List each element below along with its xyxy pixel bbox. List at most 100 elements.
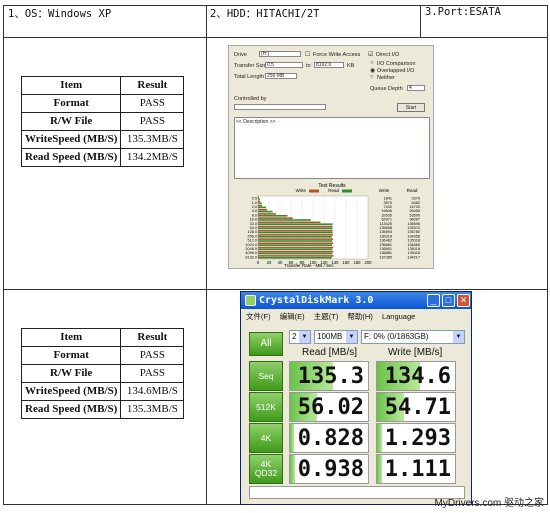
bar-write <box>258 246 334 249</box>
legend-read-label: Read <box>328 188 339 193</box>
test-results-svg: Test Results Write Read Write Read 0 20 40… <box>245 183 420 268</box>
size-value: 100MB <box>317 332 343 341</box>
queue-depth-label: Queue Depth <box>370 86 403 92</box>
write-value: 1.111 <box>384 457 451 482</box>
test-4-button[interactable]: 4K QD32 <box>249 454 283 484</box>
read-result-cell: 56.02 <box>289 392 369 422</box>
menu-theme[interactable]: 主题(T) <box>314 312 339 321</box>
read-progress-bar <box>290 455 295 483</box>
crystaldiskmark-window: CrystalDiskMark 3.0 _ □ ✕ 文件(F) 编辑(E) 主题… <box>240 291 472 505</box>
read-progress-bar <box>290 424 294 452</box>
neither-radio[interactable]: ○ <box>370 74 374 80</box>
result-table-esata-cdm: Item Result Format PASS R/W File PASS Writ… <box>20 328 185 419</box>
drive-select[interactable]: F: 0% (0/1863GB) ▼ <box>361 330 465 344</box>
transfer-from-select[interactable]: 0.5 <box>265 62 303 68</box>
test-1-button[interactable]: Seq <box>249 361 283 391</box>
item-rw-file: R/W File <box>20 112 122 131</box>
x-tick-label: 180 <box>354 260 362 265</box>
read-value: 0.828 <box>297 426 364 451</box>
header-column-divider <box>420 6 421 37</box>
row-divider <box>4 289 547 290</box>
bar-write <box>258 225 333 228</box>
total-length-label: Total Length <box>234 74 264 80</box>
bar-read <box>258 236 332 238</box>
bar-write <box>258 238 334 240</box>
menu-help[interactable]: 帮助(H) <box>347 312 372 321</box>
bar-write <box>258 234 333 236</box>
column-read-header: Read <box>407 188 418 193</box>
header-port: 3.Port:ESATA <box>425 6 501 18</box>
test-2-button[interactable]: 512K <box>249 392 283 422</box>
transfer-size-label: Transfer Size <box>234 63 267 69</box>
test-3-button[interactable]: 4K <box>249 423 283 453</box>
controlled-by-select[interactable] <box>234 104 326 110</box>
maximize-button[interactable]: □ <box>442 294 455 307</box>
col-result: Result <box>120 328 185 347</box>
bar-read <box>258 257 332 259</box>
start-button[interactable]: Start <box>397 103 425 112</box>
result-read-speed: 135.3MB/S <box>120 400 185 419</box>
result-table-esata-hdtune: Item Result Format PASS R/W File PASS Writ… <box>20 76 185 167</box>
drive-label: Drive <box>234 52 247 58</box>
column-divider <box>206 6 207 504</box>
bar-read <box>258 202 262 204</box>
bar-write <box>258 221 321 224</box>
size-select[interactable]: 100MB ▼ <box>314 330 358 344</box>
kb-label: KB <box>347 63 355 69</box>
result-format: PASS <box>120 94 185 113</box>
x-tick-label: 0 <box>257 260 260 265</box>
col-item: Item <box>20 328 122 347</box>
menu-bar: 文件(F) 编辑(E) 主题(T) 帮助(H) Language <box>246 311 422 322</box>
write-value: 134.6 <box>384 364 451 389</box>
read-value: 135.3 <box>297 364 364 389</box>
watermark: MyDrivers.com 驱动之家 <box>434 498 544 509</box>
total-length-select[interactable]: 256 MB <box>265 73 297 79</box>
transfer-to-select[interactable]: 8192.0 <box>314 62 344 68</box>
menu-file[interactable]: 文件(F) <box>246 312 271 321</box>
bar-read <box>258 215 288 217</box>
read-result-cell: 135.3 <box>289 361 369 391</box>
queue-depth-select[interactable]: 4 <box>407 85 425 91</box>
minimize-button[interactable]: _ <box>427 294 440 307</box>
runs-select[interactable]: 2 ▼ <box>289 330 311 344</box>
close-button[interactable]: ✕ <box>457 294 470 307</box>
menu-edit[interactable]: 编辑(E) <box>280 312 305 321</box>
bar-read <box>258 198 260 200</box>
col-item: Item <box>20 76 122 95</box>
bar-write <box>258 250 334 253</box>
neither-label: Neither <box>377 75 395 81</box>
legend-write-label: Write <box>296 188 307 193</box>
bar-write <box>258 196 260 198</box>
item-format: Format <box>20 94 122 113</box>
direct-io-checkbox[interactable]: ☑ <box>368 51 373 58</box>
runs-value: 2 <box>292 332 297 341</box>
all-button[interactable]: All <box>249 332 283 356</box>
force-write-checkbox[interactable]: ☐ <box>305 51 310 58</box>
bar-read <box>258 240 333 242</box>
read-value: 56.02 <box>297 395 364 420</box>
result-write-speed: 134.6MB/S <box>120 382 185 401</box>
x-tick-label: 20 <box>267 260 272 265</box>
read-value: 0.938 <box>297 457 364 482</box>
description-box[interactable]: << Description >> <box>234 117 430 179</box>
bar-read <box>258 219 311 221</box>
result-read-speed: 134.2MB/S <box>120 148 185 167</box>
write-result-cell: 54.71 <box>376 392 456 422</box>
legend-write-swatch <box>309 189 319 193</box>
menu-language[interactable]: Language <box>382 312 415 321</box>
item-rw-file: R/W File <box>20 364 122 383</box>
overlapped-io-radio[interactable]: ◉ <box>370 67 375 74</box>
io-comparison-radio[interactable]: ○ <box>370 60 374 66</box>
app-icon <box>245 295 256 306</box>
legend-read-swatch <box>342 189 352 193</box>
bar-write <box>258 200 260 203</box>
controlled-by-label: Controlled by <box>234 96 267 102</box>
item-read-speed: Read Speed (MB/S) <box>20 148 122 167</box>
status-bar <box>249 486 465 499</box>
overlapped-io-label: Overlapped I/O <box>377 68 415 74</box>
transfer-to-label: to <box>306 63 311 69</box>
dropdown-arrow-icon: ▼ <box>299 331 310 343</box>
drive-select[interactable]: (H:) <box>259 51 301 57</box>
write-value: 1.293 <box>384 426 451 451</box>
write-progress-bar <box>377 455 383 483</box>
